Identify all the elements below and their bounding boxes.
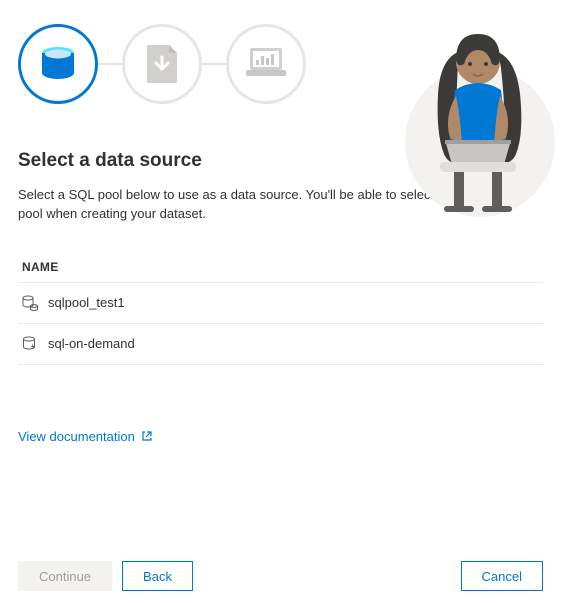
step-download (122, 24, 202, 104)
table-row[interactable]: sqlpool_test1 (18, 283, 543, 324)
database-icon (36, 42, 80, 86)
view-documentation-label: View documentation (18, 429, 135, 444)
view-documentation-link[interactable]: View documentation (18, 429, 153, 444)
cancel-button[interactable]: Cancel (461, 561, 543, 591)
back-button[interactable]: Back (122, 561, 193, 591)
sql-serverless-icon (22, 336, 38, 352)
sql-pool-icon (22, 295, 38, 311)
button-footer: Continue Back Cancel (18, 561, 543, 591)
laptop-chart-icon (242, 46, 290, 82)
step-visualize (226, 24, 306, 104)
pool-name: sqlpool_test1 (48, 295, 125, 310)
download-file-icon (143, 43, 181, 85)
continue-button[interactable]: Continue (18, 561, 112, 591)
external-link-icon (141, 430, 153, 442)
step-data-source (18, 24, 98, 104)
pool-name: sql-on-demand (48, 336, 135, 351)
step-connector (98, 63, 122, 65)
column-header-name: NAME (18, 252, 543, 283)
table-row[interactable]: sql-on-demand (18, 324, 543, 365)
step-connector (202, 63, 226, 65)
illustration-person-laptop (400, 12, 555, 225)
